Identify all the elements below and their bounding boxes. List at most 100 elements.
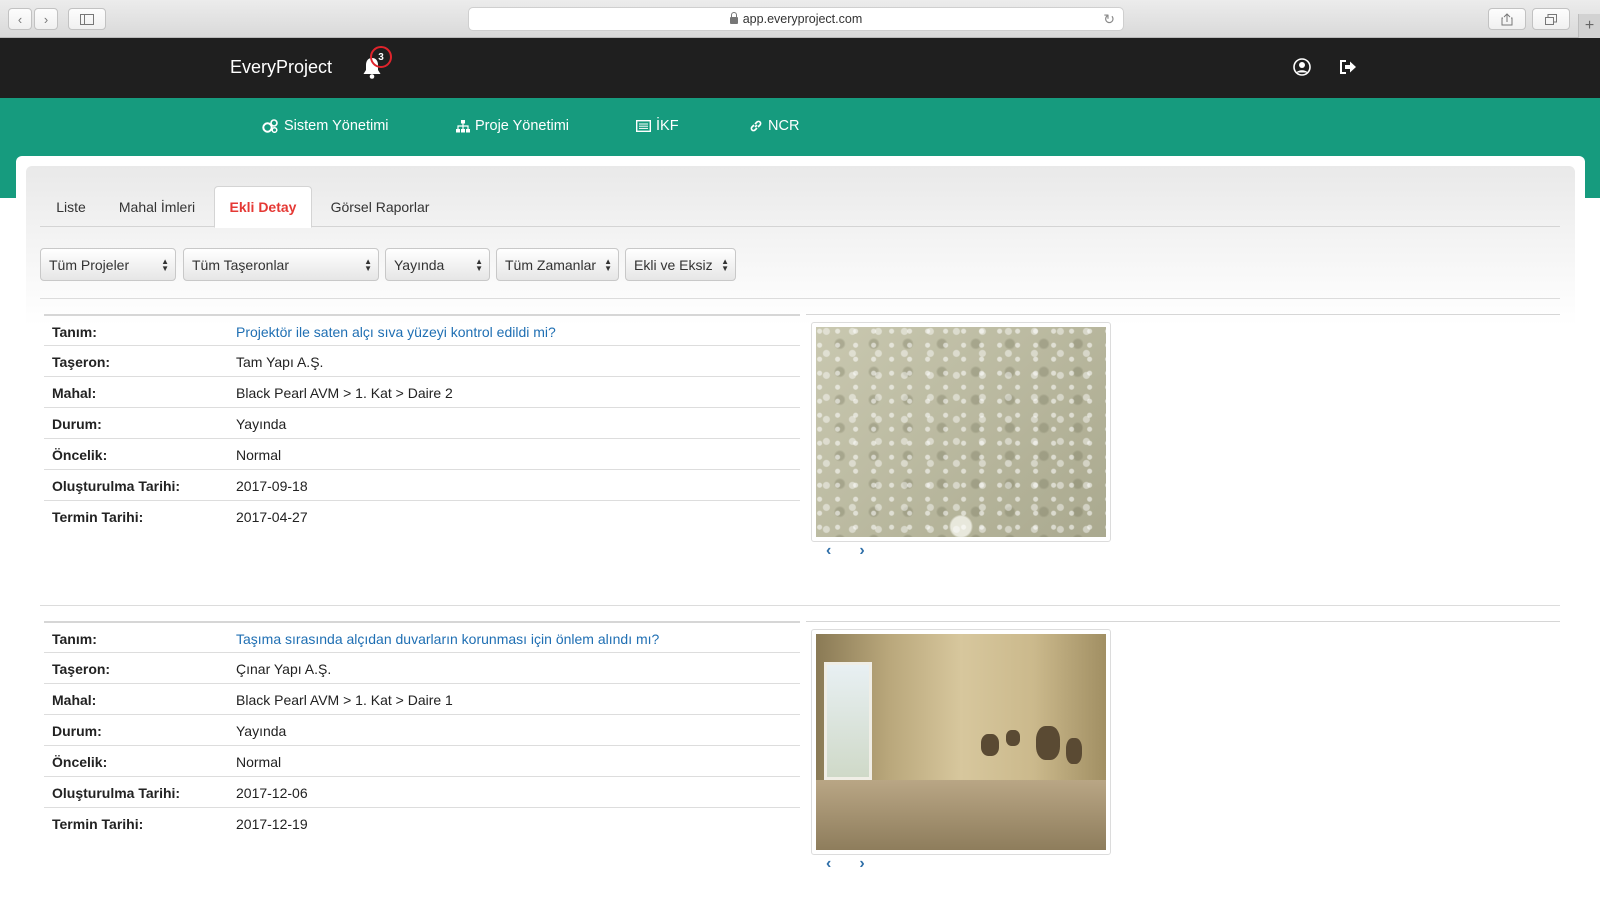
browser-toolbar: ‹ › app.everyproject.com ↻ +: [0, 0, 1600, 38]
taseron-value: Tam Yapı A.Ş.: [236, 354, 324, 370]
app-header: EveryProject 3: [0, 38, 1600, 98]
address-bar[interactable]: app.everyproject.com ↻: [468, 7, 1124, 31]
cogs-icon: [262, 119, 278, 133]
nav-item-proje-yonetimi[interactable]: Proje Yönetimi: [456, 118, 569, 134]
table-row: Durum: Yayında: [44, 407, 800, 438]
record-separator: [40, 605, 1560, 606]
chevron-left-icon[interactable]: ‹: [826, 542, 831, 560]
image-column-separator: [806, 621, 1560, 622]
select-arrows-icon: ▲ ▼: [721, 257, 729, 273]
nav-item-ncr[interactable]: NCR: [749, 118, 799, 134]
tanim-link[interactable]: Taşıma sırasında alçıdan duvarların koru…: [236, 631, 659, 647]
project-select[interactable]: Tüm Projeler ▲ ▼: [40, 248, 176, 281]
new-tab-button[interactable]: +: [1578, 14, 1600, 38]
tabs-icon: [1545, 13, 1557, 25]
table-row: Oluşturulma Tarihi: 2017-12-06: [44, 776, 800, 807]
reload-icon[interactable]: ↻: [1103, 11, 1115, 28]
sidebar-icon: [80, 13, 94, 25]
nav-label: Proje Yönetimi: [475, 118, 570, 134]
tab-ekli-detay[interactable]: Ekli Detay: [214, 186, 312, 228]
olusturulma-label: Oluşturulma Tarihi:: [52, 478, 181, 494]
brand-logo[interactable]: EveryProject: [230, 57, 332, 78]
select-arrows-icon: ▲ ▼: [161, 257, 169, 273]
subcontractor-select-value: Tüm Taşeronlar: [192, 256, 290, 273]
table-row: Öncelik: Normal: [44, 745, 800, 776]
share-icon: [1501, 12, 1513, 25]
durum-value: Yayında: [236, 723, 287, 739]
table-row: Mahal: Black Pearl AVM > 1. Kat > Daire 1: [44, 683, 800, 714]
nav-label: Sistem Yönetimi: [284, 118, 389, 134]
lock-icon: [729, 11, 738, 24]
table-row: Termin Tarihi: 2017-04-27: [44, 500, 800, 531]
nav-item-ikf[interactable]: İKF: [636, 118, 679, 134]
back-button[interactable]: ‹: [8, 8, 32, 30]
tab-gorsel-raporlar[interactable]: Görsel Raporlar: [316, 186, 444, 227]
termin-value: 2017-04-27: [236, 509, 308, 525]
url-text: app.everyproject.com: [742, 12, 863, 26]
content-panel: Liste Mahal İmleri Ekli Detay Görsel Rap…: [26, 166, 1575, 900]
select-arrows-icon: ▲ ▼: [364, 257, 372, 273]
durum-label: Durum:: [52, 723, 102, 739]
notification-badge: 3: [370, 46, 392, 68]
chevron-left-icon[interactable]: ‹: [826, 855, 831, 873]
subcontractor-select[interactable]: Tüm Taşeronlar ▲ ▼: [183, 248, 379, 281]
tabs-overview-button[interactable]: [1532, 8, 1570, 30]
table-row: Taşeron: Çınar Yapı A.Ş.: [44, 652, 800, 683]
tab-liste[interactable]: Liste: [40, 186, 102, 227]
record-separator: [40, 298, 1560, 299]
image-pager-1: ‹ ›: [826, 542, 865, 560]
table-row: Tanım: Taşıma sırasında alçıdan duvarları…: [44, 621, 800, 652]
table-row: Tanım: Projektör ile saten alçı sıva yüze…: [44, 314, 800, 345]
list-alt-icon: [636, 120, 651, 132]
oncelik-label: Öncelik:: [52, 754, 108, 770]
olusturulma-value: 2017-12-06: [236, 785, 308, 801]
status-select-value: Yayında: [394, 256, 445, 273]
content-card: Liste Mahal İmleri Ekli Detay Görsel Rap…: [16, 156, 1585, 900]
taseron-label: Taşeron:: [52, 661, 111, 677]
attachment-select[interactable]: Ekli ve Eksiz ▲ ▼: [625, 248, 736, 281]
photo-damage: [1006, 730, 1020, 746]
oncelik-label: Öncelik:: [52, 447, 108, 463]
select-arrows-icon: ▲ ▼: [475, 257, 483, 273]
mahal-label: Mahal:: [52, 692, 97, 708]
oncelik-value: Normal: [236, 754, 282, 770]
termin-value: 2017-12-19: [236, 816, 308, 832]
table-row: Mahal: Black Pearl AVM > 1. Kat > Daire 2: [44, 376, 800, 407]
photo-damage: [1036, 726, 1060, 760]
oncelik-value: Normal: [236, 447, 282, 463]
record-image-2[interactable]: [811, 629, 1111, 855]
project-select-value: Tüm Projeler: [49, 256, 130, 273]
chevron-right-icon[interactable]: ›: [859, 542, 864, 560]
share-button[interactable]: [1488, 8, 1526, 30]
record-image-1[interactable]: [811, 322, 1111, 542]
tab-mahal-imleri[interactable]: Mahal İmleri: [104, 186, 210, 227]
taseron-value: Çınar Yapı A.Ş.: [236, 661, 332, 677]
chevron-right-icon[interactable]: ›: [859, 855, 864, 873]
time-select[interactable]: Tüm Zamanlar ▲ ▼: [496, 248, 619, 281]
tanim-label: Tanım:: [52, 324, 97, 340]
forward-button[interactable]: ›: [34, 8, 58, 30]
table-row: Taşeron: Tam Yapı A.Ş.: [44, 345, 800, 376]
record-details-1: Tanım: Projektör ile saten alçı sıva yüze…: [44, 314, 800, 531]
nav-label: NCR: [768, 118, 800, 134]
status-select[interactable]: Yayında ▲ ▼: [385, 248, 490, 281]
select-arrows-icon: ▲ ▼: [604, 257, 612, 273]
mahal-value: Black Pearl AVM > 1. Kat > Daire 1: [236, 692, 453, 708]
image-pager-2: ‹ ›: [826, 855, 865, 873]
nav-item-sistem-yonetimi[interactable]: Sistem Yönetimi: [262, 118, 389, 134]
logout-icon[interactable]: [1339, 59, 1357, 75]
table-row: Öncelik: Normal: [44, 438, 800, 469]
photo-damage: [981, 734, 999, 756]
durum-label: Durum:: [52, 416, 102, 432]
sitemap-icon: [456, 119, 470, 132]
taseron-label: Taşeron:: [52, 354, 111, 370]
table-row: Durum: Yayında: [44, 714, 800, 745]
user-icon[interactable]: [1293, 58, 1311, 76]
image-column-separator: [806, 314, 1560, 315]
tanim-link[interactable]: Projektör ile saten alçı sıva yüzeyi kon…: [236, 324, 556, 340]
sidebar-toggle-button[interactable]: [68, 8, 106, 30]
termin-label: Termin Tarihi:: [52, 509, 144, 525]
tanim-label: Tanım:: [52, 631, 97, 647]
termin-label: Termin Tarihi:: [52, 816, 144, 832]
attachment-select-value: Ekli ve Eksiz: [634, 256, 713, 273]
